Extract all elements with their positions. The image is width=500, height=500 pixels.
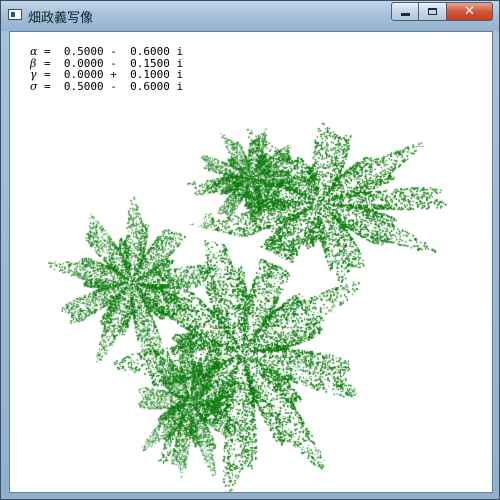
param-value: = 0.5000 - 0.6000 i bbox=[44, 79, 184, 93]
close-button[interactable]: ✕ bbox=[447, 2, 493, 21]
param-sigma: σ = 0.5000 - 0.6000 i bbox=[30, 79, 184, 93]
param-symbol: σ bbox=[30, 79, 38, 93]
caption-buttons: ✕ bbox=[391, 2, 493, 22]
app-window: 畑政義写像 ✕ α = 0.5000 - 0.6000 i β = 0.0000 -… bbox=[0, 0, 500, 500]
maximize-button[interactable] bbox=[419, 2, 447, 21]
hata-map-fractal bbox=[10, 32, 492, 492]
title-bar[interactable]: 畑政義写像 ✕ bbox=[1, 1, 499, 31]
minimize-button[interactable] bbox=[391, 2, 419, 21]
close-icon: ✕ bbox=[464, 4, 475, 19]
drawing-area: α = 0.5000 - 0.6000 i β = 0.0000 - 0.1500 … bbox=[9, 31, 493, 493]
maximize-icon bbox=[428, 8, 437, 15]
param-symbol: γ bbox=[30, 68, 37, 81]
window-title: 畑政義写像 bbox=[28, 11, 94, 26]
parameter-list: α = 0.5000 - 0.6000 i β = 0.0000 - 0.1500 … bbox=[30, 46, 183, 92]
minimize-icon bbox=[400, 13, 410, 16]
param-symbol: α bbox=[30, 45, 38, 58]
app-icon[interactable] bbox=[8, 9, 22, 20]
